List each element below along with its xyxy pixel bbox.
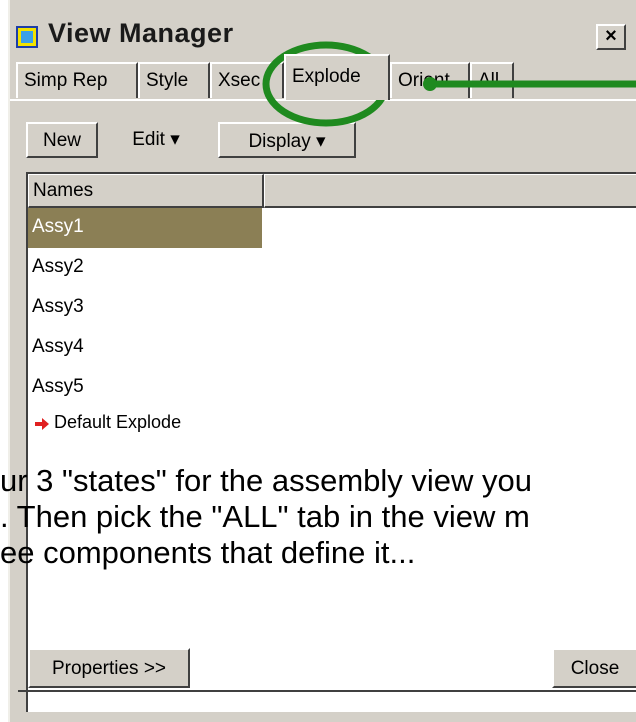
- names-column-header[interactable]: Names: [28, 174, 264, 208]
- names-list: Names Assy1 Assy2 Assy3 Assy4 Assy5 Defa…: [26, 172, 636, 712]
- list-item-assy4[interactable]: Assy4: [28, 328, 262, 368]
- list-item-default-explode[interactable]: Default Explode: [28, 404, 288, 444]
- list-item-assy2[interactable]: Assy2: [28, 248, 262, 288]
- red-arrow-icon: [35, 418, 49, 430]
- tab-xsec[interactable]: Xsec: [210, 62, 284, 98]
- list-item-assy1[interactable]: Assy1: [28, 208, 262, 248]
- new-button[interactable]: New: [26, 122, 98, 158]
- close-button[interactable]: Close: [552, 648, 636, 688]
- view-manager-icon: [16, 26, 38, 48]
- caption-line-1: ur 3 "states" for the assembly view you: [0, 463, 533, 498]
- display-menu-button[interactable]: Display ▾: [218, 122, 356, 158]
- footer-divider: [18, 690, 636, 692]
- window-title: View Manager: [48, 18, 234, 48]
- title-bar[interactable]: View Manager ×: [10, 6, 636, 50]
- list-item-assy5[interactable]: Assy5: [28, 368, 262, 408]
- tab-all[interactable]: All: [470, 62, 514, 98]
- caption-line-2: . Then pick the "ALL" tab in the view m: [0, 499, 530, 534]
- edit-menu-button[interactable]: Edit ▾: [108, 122, 204, 158]
- tab-explode[interactable]: Explode: [284, 54, 390, 100]
- caption-line-3: ee components that define it...: [0, 535, 416, 570]
- list-item-assy3[interactable]: Assy3: [28, 288, 262, 328]
- default-explode-label: Default Explode: [54, 412, 182, 432]
- properties-button[interactable]: Properties >>: [28, 648, 190, 688]
- tab-simp-rep[interactable]: Simp Rep: [16, 62, 138, 98]
- tab-style[interactable]: Style: [138, 62, 210, 98]
- close-window-button[interactable]: ×: [596, 24, 626, 50]
- tab-orient[interactable]: Orient: [390, 62, 470, 98]
- view-manager-window: View Manager × Simp Rep Style Xsec Explo…: [8, 0, 636, 722]
- second-column-header[interactable]: [264, 174, 636, 208]
